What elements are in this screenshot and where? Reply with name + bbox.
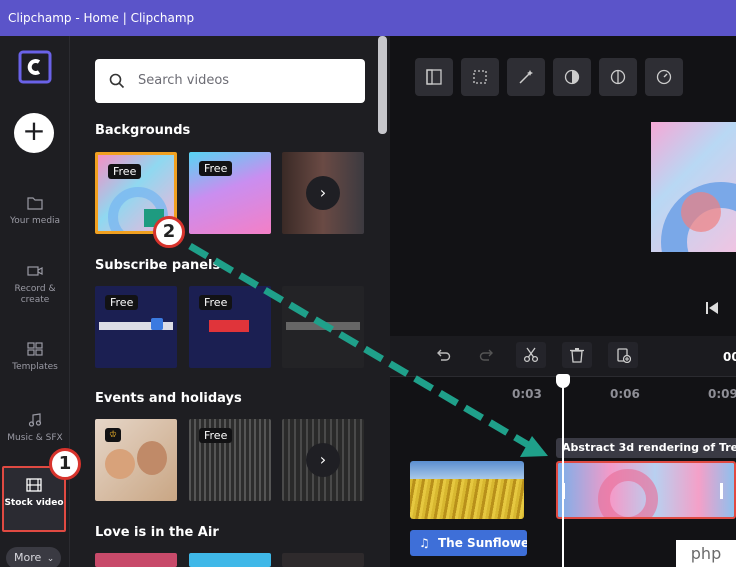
callout-step-1: 1 xyxy=(49,448,81,480)
watermark: php xyxy=(676,540,736,567)
annotation-arrow xyxy=(188,242,548,457)
clipchamp-app: Clipchamp - Home | Clipchamp + Your medi… xyxy=(0,0,736,567)
callout-step-2: 2 xyxy=(153,216,185,248)
